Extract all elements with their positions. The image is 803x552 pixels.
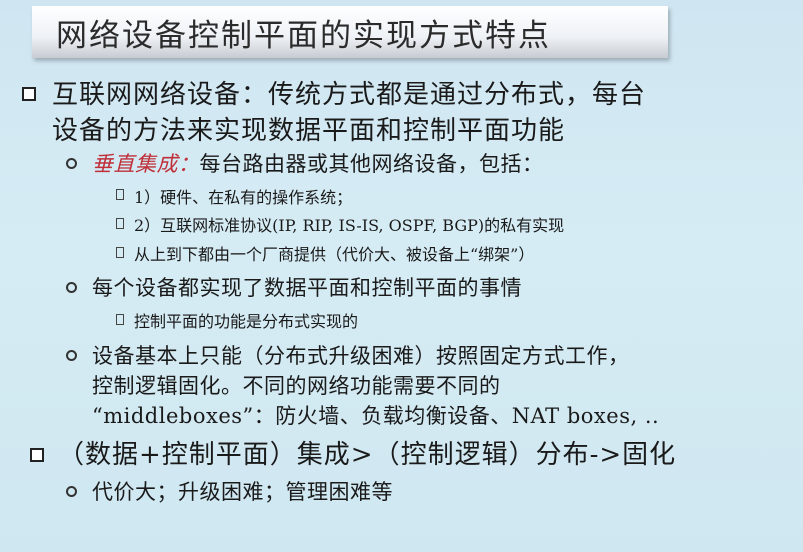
- tertiary-4: 控制平面的功能是分布式实现的: [134, 312, 359, 331]
- circle-bullet-icon: [66, 486, 77, 497]
- bullet-1-line-1: 互联网网络设备：传统方式都是通过分布式，每台: [52, 80, 647, 110]
- sub-3-line-3: “middleboxes”：防火墙、负载均衡设备、NAT boxes, ..: [92, 404, 660, 428]
- small-square-bullet-icon: [116, 218, 124, 229]
- sub-1-rest: 每台路由器或其他网络设备，包括：: [199, 152, 544, 176]
- circle-bullet-icon: [66, 282, 77, 293]
- sub-2-text: 每个设备都实现了数据平面和控制平面的事情: [92, 276, 522, 300]
- sub-4-text: 代价大；升级困难；管理困难等: [92, 480, 393, 504]
- small-square-bullet-icon: [116, 314, 124, 325]
- page-title: 网络设备控制平面的实现方式特点: [56, 18, 551, 54]
- sub-1-highlight: 垂直集成：: [92, 152, 200, 176]
- sub-1-text: 垂直集成：每台路由器或其他网络设备，包括：: [92, 148, 544, 178]
- circle-bullet-icon: [66, 350, 77, 361]
- bullet-1-line-2: 设备的方法来实现数据平面和控制平面功能: [52, 116, 566, 146]
- small-square-bullet-icon: [116, 247, 124, 258]
- sub-3-line-2: 控制逻辑固化。不同的网络功能需要不同的: [92, 374, 501, 398]
- tertiary-2: 2）互联网标准协议(IP, RIP, IS-IS, OSPF, BGP)的私有实…: [134, 216, 565, 235]
- square-bullet-icon: [30, 448, 44, 462]
- circle-bullet-icon: [66, 158, 77, 169]
- tertiary-3: 从上到下都由一个厂商提供（代价大、被设备上“绑架”）: [134, 245, 535, 264]
- tertiary-1: 1）硬件、在私有的操作系统；: [134, 188, 353, 207]
- bullet-2-text: （数据+控制平面）集成>（控制逻辑）分布->固化: [58, 440, 677, 470]
- square-bullet-icon: [22, 87, 36, 101]
- sub-3-line-1: 设备基本上只能（分布式升级困难）按照固定方式工作，: [92, 344, 630, 368]
- small-square-bullet-icon: [116, 189, 124, 200]
